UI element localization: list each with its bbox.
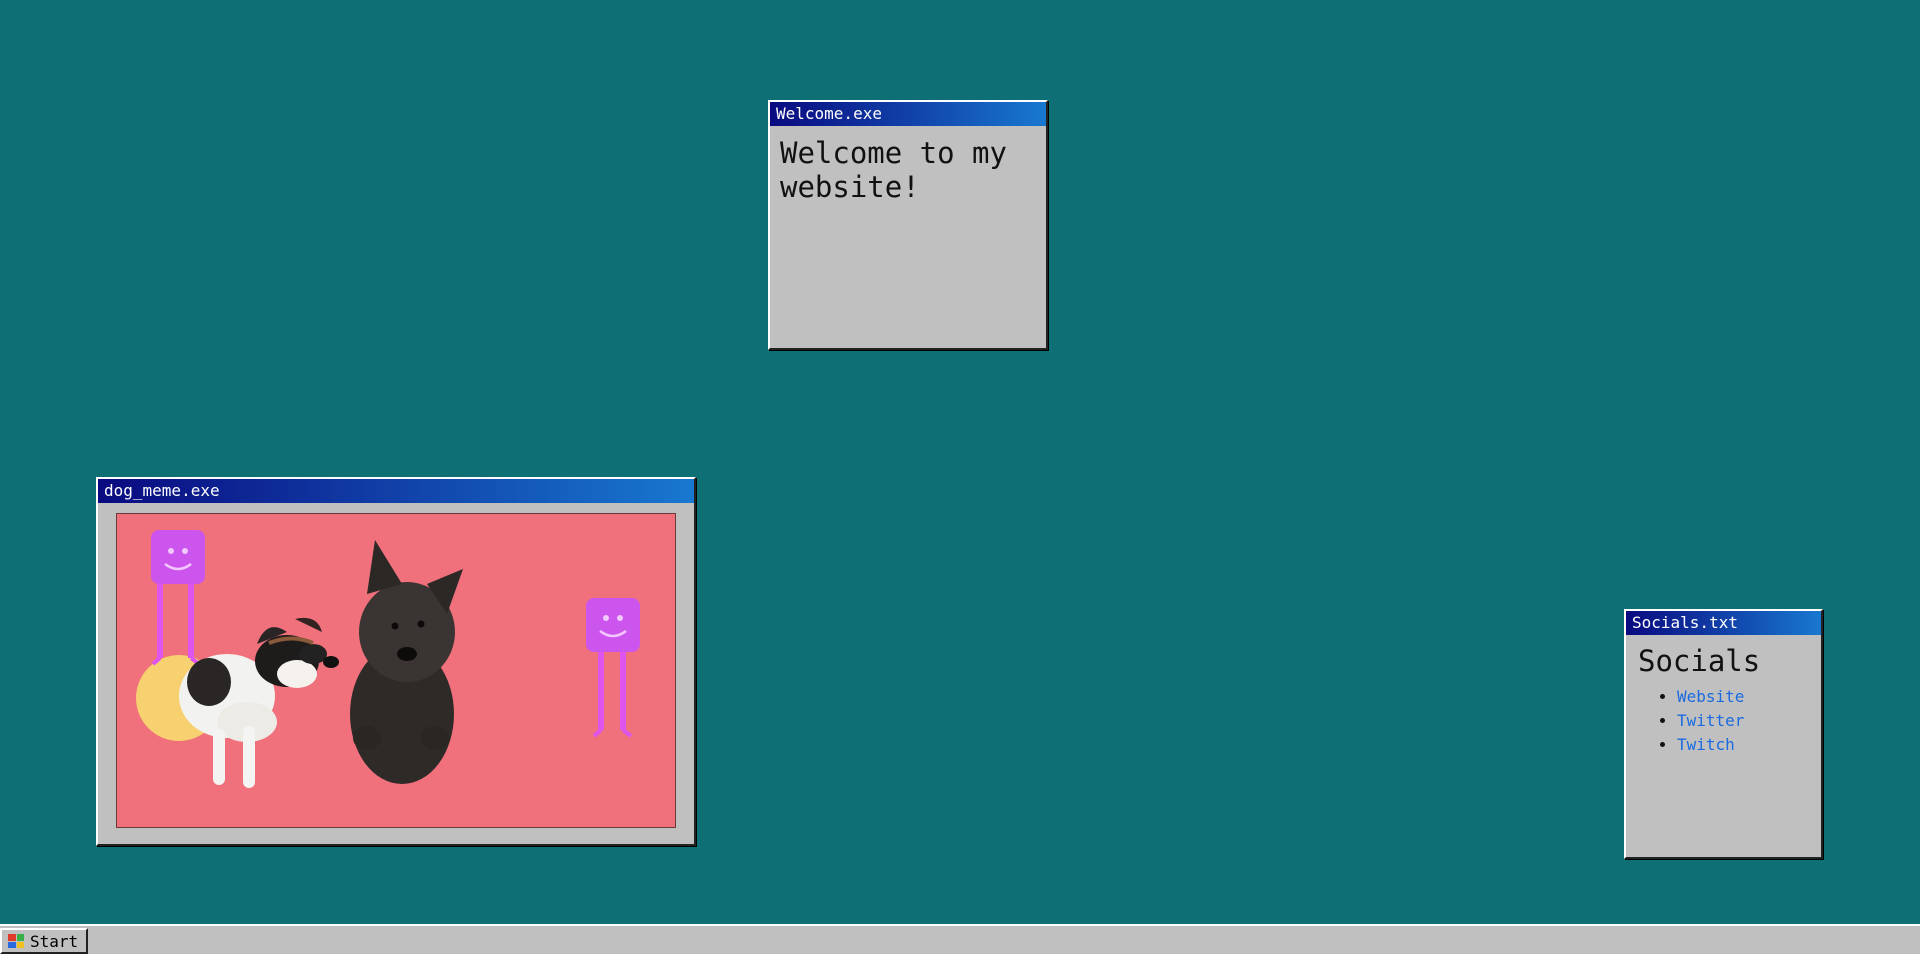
list-item: Twitch <box>1677 733 1809 757</box>
welcome-window-body: Welcome to my website! <box>770 126 1046 214</box>
start-button[interactable]: Start <box>0 928 88 954</box>
socials-window-titlebar[interactable]: Socials.txt <box>1626 611 1821 635</box>
dog-meme-illustration <box>136 530 640 788</box>
windows-logo-icon <box>8 934 24 948</box>
welcome-message: Welcome to my website! <box>780 136 1007 204</box>
list-item: Website <box>1677 685 1809 709</box>
dog-meme-window-titlebar[interactable]: dog_meme.exe <box>98 479 694 503</box>
welcome-window[interactable]: Welcome.exe Welcome to my website! <box>768 100 1048 350</box>
start-button-label: Start <box>30 931 79 951</box>
dog-meme-image <box>116 513 676 828</box>
socials-heading: Socials <box>1638 644 1761 678</box>
smiley-creature-right <box>586 598 640 738</box>
twitch-link[interactable]: Twitch <box>1677 735 1735 754</box>
dog-white <box>179 617 339 788</box>
socials-link-list: Website Twitter Twitch <box>1638 685 1809 757</box>
list-item: Twitter <box>1677 709 1809 733</box>
welcome-window-titlebar[interactable]: Welcome.exe <box>770 102 1046 126</box>
taskbar: Start <box>0 924 1920 954</box>
smiley-creature-left <box>151 530 205 666</box>
dog-meme-window-body <box>98 503 694 842</box>
dog-meme-window[interactable]: dog_meme.exe <box>96 477 696 846</box>
twitter-link[interactable]: Twitter <box>1677 711 1744 730</box>
socials-window-body: Socials Website Twitter Twitch <box>1626 635 1821 765</box>
website-link[interactable]: Website <box>1677 687 1744 706</box>
socials-window[interactable]: Socials.txt Socials Website Twitter Twit… <box>1624 609 1823 859</box>
dog-black <box>350 540 463 784</box>
